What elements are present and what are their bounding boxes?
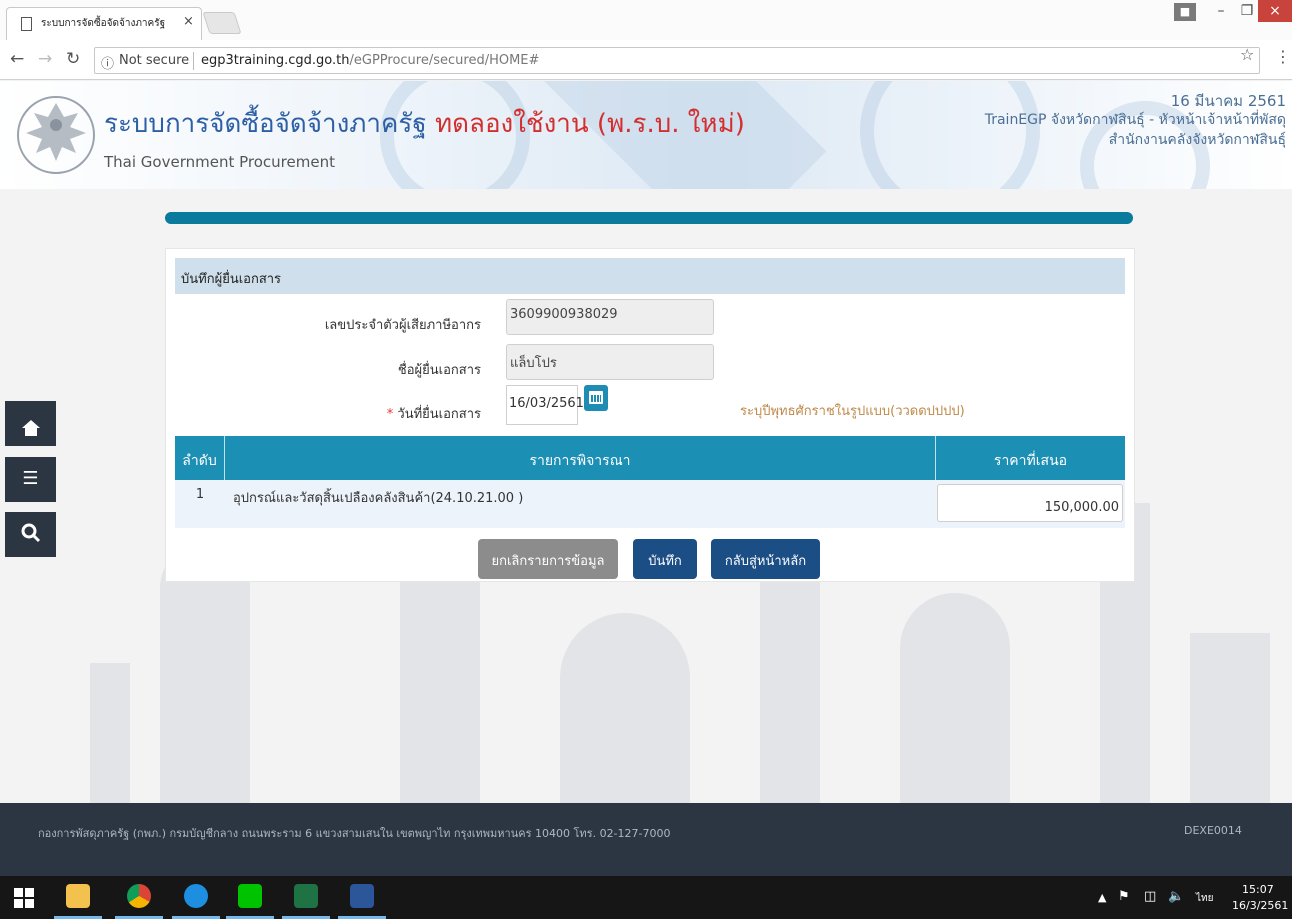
- browser-toolbar: ← → ↻ ⓘ Not secure egp3training.cgd.go.t…: [0, 40, 1292, 80]
- cancel-button[interactable]: ยกเลิกรายการข้อมูล: [478, 539, 618, 579]
- background-silhouette: [1190, 633, 1270, 803]
- home-nav-button[interactable]: [5, 401, 56, 446]
- row-item: อุปกรณ์และวัสดุสิ้นเปลืองคลังสินค้า(24.1…: [233, 491, 524, 506]
- word-icon[interactable]: [338, 876, 386, 919]
- close-window-icon[interactable]: ×: [1258, 0, 1292, 22]
- tab-close-icon[interactable]: ×: [183, 14, 194, 29]
- submitter-name-label: ชื่อผู้ยื่นเอกสาร: [397, 363, 481, 378]
- row-no: 1: [195, 487, 205, 502]
- windows-taskbar: ▲ ⚑ ◫ 🔈 ไทย 15:07 16/3/2561: [0, 876, 1292, 919]
- security-label: Not secure: [119, 53, 190, 68]
- site-title: ระบบการจัดซื้อจัดจ้างภาครัฐ ทดลองใช้งาน …: [104, 103, 745, 144]
- table-row: 1 อุปกรณ์และวัสดุสิ้นเปลืองคลังสินค้า(24…: [175, 480, 1125, 528]
- submitter-name-field: แล็บโปร: [506, 344, 714, 380]
- column-header-item: รายการพิจารณา: [225, 436, 936, 480]
- table-header: ลำดับ รายการพิจารณา ราคาที่เสนอ: [175, 436, 1125, 480]
- menu-icon: ☰: [22, 468, 39, 489]
- header-user: TrainEGP จังหวัดกาฬสินธุ์ - หัวหน้าเจ้าห…: [984, 112, 1286, 128]
- background-silhouette: [400, 573, 480, 803]
- line-icon[interactable]: [226, 876, 274, 919]
- background-silhouette: [560, 613, 690, 803]
- back-icon[interactable]: ←: [10, 49, 24, 69]
- submit-date-label-text: วันที่ยื่นเอกสาร: [397, 407, 481, 422]
- chrome-icon[interactable]: [115, 876, 163, 919]
- site-subtitle: Thai Government Procurement: [104, 153, 335, 171]
- site-footer: กองการพัสดุภาครัฐ (กพภ.) กรมบัญชีกลาง ถน…: [0, 803, 1292, 876]
- minimize-icon[interactable]: –: [1209, 0, 1233, 22]
- user-profile-icon[interactable]: ■: [1174, 3, 1196, 21]
- column-header-no: ลำดับ: [175, 436, 225, 480]
- internet-explorer-icon[interactable]: [172, 876, 220, 919]
- date-format-hint: ระบุปีพุทธศักราชในรูปแบบ(ววดดปปปป): [740, 404, 965, 419]
- url-host: egp3training.cgd.go.th: [201, 53, 350, 68]
- header-office: สำนักงานคลังจังหวัดกาฬสินธุ์: [1108, 132, 1286, 148]
- volume-icon[interactable]: 🔈: [1168, 889, 1184, 904]
- step-progress-bar: [165, 212, 1133, 224]
- submit-date-label: * วันที่ยื่นเอกสาร: [181, 403, 481, 424]
- flag-icon[interactable]: ⚑: [1118, 889, 1130, 904]
- column-header-price: ราคาที่เสนอ: [993, 453, 1068, 469]
- browser-tab[interactable]: ระบบการจัดซื้อจัดจ้างภาครัฐ ×: [6, 7, 202, 40]
- info-icon[interactable]: ⓘ: [101, 53, 114, 72]
- url-text: egp3training.cgd.go.th/eGPProcure/secure…: [201, 53, 539, 68]
- network-icon[interactable]: ◫: [1144, 889, 1156, 904]
- address-bar[interactable]: ⓘ Not secure egp3training.cgd.go.th/eGPP…: [94, 47, 1260, 74]
- new-tab-button[interactable]: [202, 12, 242, 34]
- required-mark: *: [386, 407, 394, 422]
- tray-chevron-icon[interactable]: ▲: [1098, 891, 1106, 904]
- separator: [193, 52, 194, 70]
- site-header: ระบบการจัดซื้อจัดจ้างภาครัฐ ทดลองใช้งาน …: [0, 81, 1292, 189]
- reload-icon[interactable]: ↻: [66, 49, 80, 69]
- footer-address: กองการพัสดุภาครัฐ (กพภ.) กรมบัญชีกลาง ถน…: [38, 827, 671, 840]
- submitter-panel: บันทึกผู้ยื่นเอกสาร เลขประจำตัวผู้เสียภา…: [165, 248, 1135, 582]
- input-language[interactable]: ไทย: [1196, 891, 1213, 906]
- panel-title: บันทึกผู้ยื่นเอกสาร: [175, 258, 1125, 294]
- browser-tab-bar: ระบบการจัดซื้อจัดจ้างภาครัฐ × ■ – ❐ ×: [0, 0, 1292, 40]
- offered-price-input[interactable]: 150,000.00: [937, 484, 1123, 522]
- clock-time[interactable]: 15:07: [1242, 883, 1274, 896]
- site-title-main: ระบบการจัดซื้อจัดจ้างภาครัฐ: [104, 109, 427, 139]
- search-nav-button[interactable]: [5, 512, 56, 557]
- background-silhouette: [760, 553, 820, 803]
- background-silhouette: [90, 663, 130, 803]
- url-path: /eGPProcure/secured/HOME#: [349, 53, 540, 68]
- back-to-home-button[interactable]: กลับสู่หน้าหลัก: [711, 539, 820, 579]
- browser-menu-icon[interactable]: ⋮: [1275, 47, 1291, 66]
- document-icon: [21, 17, 32, 31]
- excel-icon[interactable]: [282, 876, 330, 919]
- clock-date[interactable]: 16/3/2561: [1232, 899, 1288, 912]
- screen-code: DEXE0014: [1184, 824, 1242, 837]
- file-explorer-icon[interactable]: [54, 876, 102, 919]
- trial-label: ทดลองใช้งาน (พ.ร.บ. ใหม่): [434, 109, 745, 139]
- header-ornament: [860, 81, 1040, 189]
- bookmark-star-icon[interactable]: ☆: [1240, 45, 1254, 64]
- taxid-label: เลขประจำตัวผู้เสียภาษีอากร: [324, 318, 481, 333]
- search-icon: [21, 523, 40, 543]
- submit-date-input[interactable]: 16/03/2561: [506, 385, 584, 425]
- home-icon: [21, 420, 40, 436]
- restore-icon[interactable]: ❐: [1235, 0, 1259, 22]
- calendar-icon[interactable]: [584, 385, 608, 411]
- tab-title: ระบบการจัดซื้อจัดจ้างภาครัฐ: [41, 18, 166, 29]
- taxid-field: 3609900938029: [506, 299, 714, 335]
- background-silhouette: [900, 593, 1010, 803]
- garuda-logo-icon: [17, 96, 95, 174]
- menu-nav-button[interactable]: ☰: [5, 457, 56, 502]
- forward-icon[interactable]: →: [38, 49, 52, 69]
- background-silhouette: [160, 543, 250, 803]
- windows-start-icon[interactable]: [0, 876, 48, 919]
- save-button[interactable]: บันทึก: [633, 539, 697, 579]
